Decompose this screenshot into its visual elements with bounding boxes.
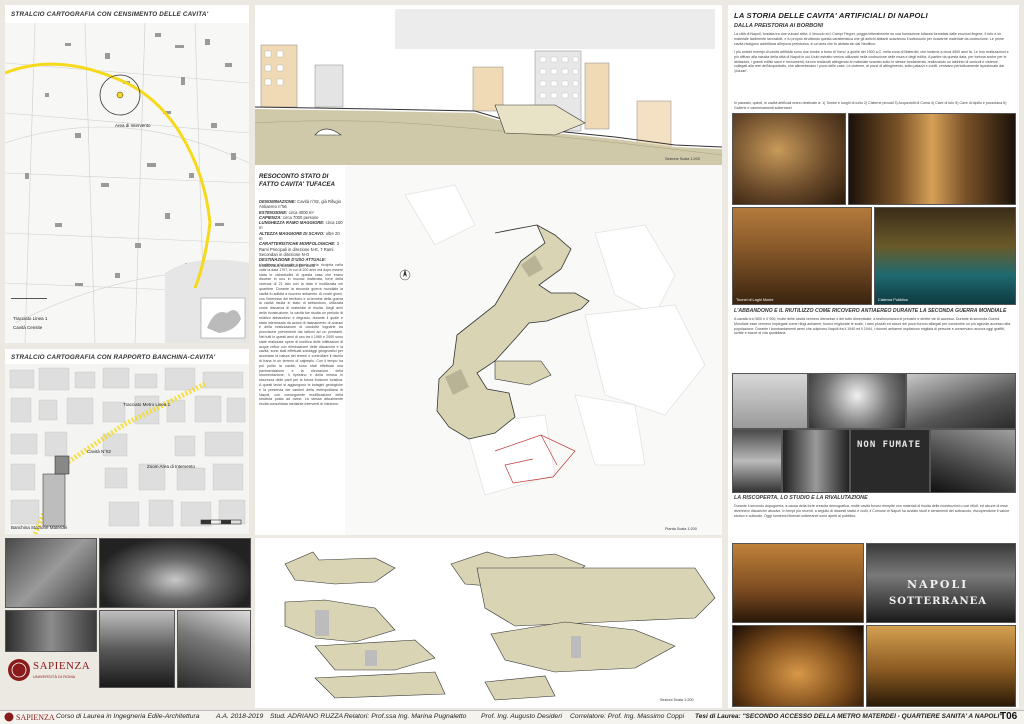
report-body: L'accesso alla cavità tufacea porta rico…	[259, 263, 343, 407]
report-field: CARATTERISTICHE MORFOLOGICHE: 3 Rami Pri…	[259, 241, 343, 257]
map-census-cavities-label: Cavità Censite	[13, 325, 43, 330]
photo-tunnel-2	[99, 538, 251, 608]
photo-bombers	[732, 373, 808, 429]
map-census-area-label: Area di Intervento	[115, 123, 151, 128]
sign-text: NON FUMATE	[857, 440, 922, 450]
photo-tunnel-1	[5, 538, 97, 608]
photo-tunnel-5	[177, 610, 251, 688]
map-platform-drawing	[5, 364, 249, 534]
sections-panel: Sezioni Scala 1:200	[255, 538, 722, 708]
field-key: CARATTERISTICHE MORFOLOGICHE:	[259, 241, 336, 247]
map-platform-title: STRALCIO CARTOGRAFIA CON RAPPORTO BANCHI…	[11, 354, 216, 361]
photo-caption: Cisterna Pubblica	[878, 298, 908, 302]
photo-shelter-crowd	[782, 429, 850, 493]
photo-arcade-tunnel	[848, 113, 1016, 205]
photo-tunnel-4	[99, 610, 175, 688]
plan-panel: Pianta Scala 1:200	[345, 165, 722, 535]
report-fields: DENOMINAZIONE: Cavità n°82, già Rifugio …	[259, 199, 343, 268]
university-name: SAPIENZA	[33, 660, 91, 672]
photo-grid-left: SAPIENZA UNIVERSITÀ DI ROMA	[5, 538, 251, 708]
photo-explosion	[808, 373, 906, 429]
field-key: CAPIENZA:	[259, 214, 282, 220]
ww2-title: L'ABBANDONO E IL RIUTILIZZO COME RICOVER…	[734, 308, 1007, 314]
footer-thesis: Tesi di Laurea: "SECONDO ACCESSO DELLA M…	[695, 713, 1003, 720]
field-value: circa 7000 persone	[282, 214, 319, 220]
footer-uni: SAPIENZA	[16, 713, 55, 722]
photo-caption: Tunnel di Laghi Monte	[736, 298, 774, 302]
photo-museum-room	[866, 625, 1016, 707]
history-panel: LA STORIA DELLE CAVITA' ARTIFICIALI DI N…	[728, 5, 1019, 708]
footer-advisors: Relatori: Prof.ssa Ing. Marina Pugnalett…	[344, 713, 467, 720]
report-field: DENOMINAZIONE: Cavità n°82, già Rifugio …	[259, 199, 343, 210]
footer-year: A.A. 2018-2019	[216, 713, 264, 720]
footer-advisor-2: Prof. Ing. Augusto Desideri	[481, 713, 562, 720]
field-key: ESTENSIONE:	[259, 209, 288, 215]
photo-no-smoking-sign: NON FUMATE	[850, 429, 930, 493]
report-panel: RESOCONTO STATO DI FATTO CAVITA' TUFACEA…	[255, 165, 345, 535]
history-paragraph-3: In passato, quindi, le cavità artificial…	[734, 101, 1007, 110]
report-field: ALTEZZA MAGGIORE DI SCAVO: oltre 20 m	[259, 231, 343, 242]
plan-scale: Pianta Scala 1:200	[665, 527, 697, 531]
map-platform-cavity-label: Cavità N°82	[87, 449, 112, 454]
map-census-title: STRALCIO CARTOGRAFIA CON CENSIMENTO DELL…	[11, 11, 209, 18]
ww2-text: A cavallo tra l'800 e il '900, molte del…	[734, 317, 1011, 336]
photo-cave-statues	[732, 113, 846, 205]
section-scale: Sezione Scala 1:200	[665, 157, 700, 161]
photo-shelter-wall	[930, 429, 1016, 493]
sapienza-logo: SAPIENZA UNIVERSITÀ DI ROMA	[5, 654, 95, 686]
cavity-plan-drawing	[345, 165, 722, 535]
rediscovery-text: Durante il secondo dopoguerra, a causa d…	[734, 504, 1010, 518]
map-census-metro-label: Tracciato Linea 1	[13, 316, 48, 321]
photo-napoli-sotterranea-sign: NAPOLI SOTTERRANEA	[866, 543, 1016, 623]
photo-tunnel-3	[5, 610, 97, 652]
sign-sotterranea: SOTTERRANEA	[889, 596, 987, 607]
sapienza-footer-icon	[4, 712, 14, 722]
history-paragraph-2: I più antichi esempi di cavità artificia…	[734, 50, 1009, 74]
photo-shelter-people	[732, 429, 782, 493]
report-title: RESOCONTO STATO DI FATTO CAVITA' TUFACEA	[259, 173, 335, 188]
map-platform-platform-label: Banchina Stazione Materdei	[11, 525, 68, 530]
field-key: DENOMINAZIONE:	[259, 199, 296, 204]
history-subtitle: DALLA PREISTORIA AI BORBONI	[734, 23, 824, 29]
photo-destruction	[906, 373, 1016, 429]
photo-underground-garden	[732, 543, 864, 623]
sign-napoli: NAPOLI	[907, 578, 969, 591]
map-platform-panel: STRALCIO CARTOGRAFIA CON RAPPORTO BANCHI…	[5, 349, 249, 534]
cross-sections-drawing	[284, 551, 716, 701]
history-title: LA STORIA DELLE CAVITA' ARTIFICIALI DI N…	[734, 11, 928, 20]
field-key: DESTINAZIONE D'USO ATTUALE:	[259, 257, 327, 263]
table-number: T06	[1000, 711, 1018, 722]
longitudinal-section-drawing	[255, 9, 722, 165]
footer-student: Stud. ADRIANO RUZZA	[270, 713, 344, 720]
footer-bar: SAPIENZA Corso di Laurea in Ingegneria E…	[0, 710, 1024, 724]
map-census-drawing	[5, 23, 249, 343]
field-key: ALTEZZA MAGGIORE DI SCAVO:	[259, 230, 325, 236]
photo-tuff-gallery: Tunnel di Laghi Monte	[732, 207, 872, 305]
rediscovery-title: LA RISCOPERTA, LO STUDIO E LA RIVALUTAZI…	[734, 495, 868, 501]
footer-correlator: Correlatore: Prof. Ing. Massimo Coppi	[570, 713, 685, 720]
map-census-panel: STRALCIO CARTOGRAFIA CON CENSIMENTO DELL…	[5, 5, 249, 343]
sections-scale: Sezioni Scala 1:200	[660, 698, 694, 702]
map-platform-area-label: Zoom Area di Intervento	[147, 464, 196, 469]
history-paragraph-1: La città di Napoli, fondata tra due vulc…	[734, 32, 1004, 46]
field-value: circa 4000 m²	[288, 209, 314, 215]
section-panel: Sezione Scala 1:200	[255, 5, 722, 165]
photo-cistern: Cisterna Pubblica	[874, 207, 1016, 305]
photo-vintage-car	[732, 625, 864, 707]
report-field: LUNGHEZZA RAMO MAGGIORE: circa 100 m	[259, 220, 343, 231]
footer-course: Corso di Laurea in Ingegneria Edile-Arch…	[56, 713, 200, 720]
field-key: LUNGHEZZA RAMO MAGGIORE:	[259, 220, 325, 226]
map-platform-metro-label: Tracciato Metro Linea 1	[123, 402, 171, 407]
university-subname: UNIVERSITÀ DI ROMA	[33, 674, 76, 679]
